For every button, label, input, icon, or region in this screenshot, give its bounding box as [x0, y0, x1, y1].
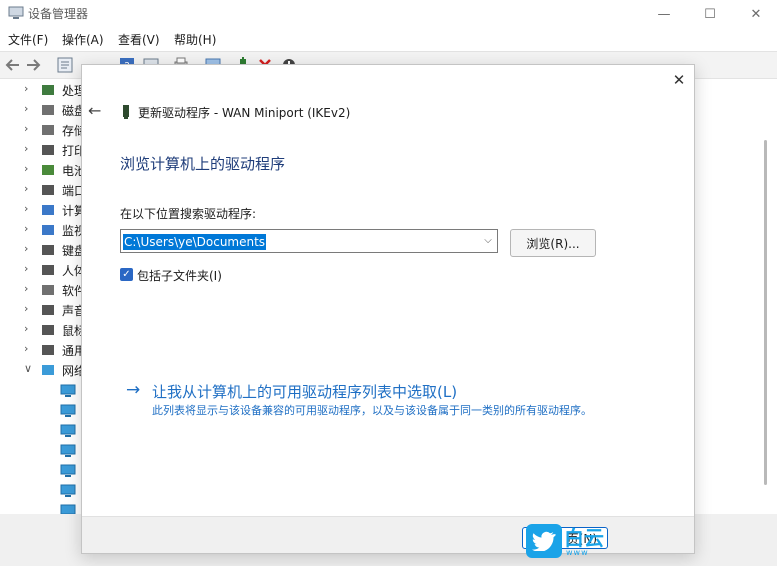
browse-button[interactable]: 浏览(R)... [510, 229, 596, 257]
chevron-right-icon[interactable]: › [24, 182, 34, 196]
chevron-right-icon[interactable]: › [24, 142, 34, 156]
network-adapter-icon[interactable] [60, 484, 76, 498]
keyboard-icon [42, 245, 54, 255]
network-adapter-icon[interactable] [60, 404, 76, 418]
network-device-icon [123, 105, 129, 119]
tree-item[interactable]: › 电池 [0, 160, 90, 180]
software-device-icon [42, 285, 54, 295]
network-adapter-icon[interactable] [60, 384, 76, 398]
menu-file[interactable]: 文件(F) [8, 31, 48, 48]
print-queue-icon [42, 145, 54, 155]
chevron-right-icon[interactable]: › [24, 242, 34, 256]
tree-item[interactable]: › 软件 [0, 280, 90, 300]
tree-item[interactable]: › 打印 [0, 140, 90, 160]
forward-arrow-icon[interactable] [24, 56, 42, 74]
maximize-button[interactable]: ☐ [687, 0, 733, 28]
chevron-down-icon[interactable]: ⌵ [482, 234, 494, 248]
title-bar: 设备管理器 — ☐ ✕ [0, 0, 777, 28]
tree-item[interactable]: › 磁盘 [0, 100, 90, 120]
tree-item[interactable]: › 通用 [0, 340, 90, 360]
tree-item[interactable]: › 监视 [0, 220, 90, 240]
battery-icon [42, 165, 54, 175]
minimize-button[interactable]: — [641, 0, 687, 28]
dialog-header: 更新驱动程序 - WAN Miniport (IKEv2) [138, 106, 351, 120]
computer-icon [42, 205, 54, 215]
network-adapter-icon [42, 365, 54, 375]
properties-icon[interactable] [56, 56, 74, 74]
storage-controller-icon [42, 125, 54, 135]
include-subfolders-checkbox[interactable]: ✓ [120, 268, 133, 281]
pick-driver-list-description: 此列表将显示与该设备兼容的可用驱动程序，以及与该设备属于同一类别的所有驱动程序。 [152, 404, 592, 417]
network-adapter-icon[interactable] [60, 424, 76, 438]
search-location-label: 在以下位置搜索驱动程序: [120, 207, 257, 221]
path-input-value[interactable]: C:\Users\ye\Documents [123, 234, 267, 250]
tree-item[interactable]: › 端口 [0, 180, 90, 200]
processor-icon [42, 85, 54, 95]
menu-bar: 文件(F) 操作(A) 查看(V) 帮助(H) [0, 28, 777, 50]
window-title: 设备管理器 [28, 7, 89, 21]
include-subfolders-label[interactable]: 包括子文件夹(I) [137, 267, 222, 284]
hid-icon [42, 265, 54, 275]
tree-item[interactable]: › 键盘 [0, 240, 90, 260]
watermark-text: 白云 [564, 526, 604, 550]
back-arrow-icon[interactable] [4, 56, 22, 74]
chevron-right-icon[interactable]: › [24, 162, 34, 176]
audio-icon [42, 305, 54, 315]
menu-action[interactable]: 操作(A) [62, 31, 104, 48]
tree-item[interactable]: › 鼠标 [0, 320, 90, 340]
watermark-sub: www [566, 548, 589, 557]
chevron-right-icon[interactable]: › [24, 122, 34, 136]
back-button[interactable]: ← [88, 103, 106, 119]
chevron-right-icon[interactable]: › [24, 82, 34, 96]
chevron-right-icon[interactable]: › [24, 222, 34, 236]
chevron-right-icon[interactable]: › [24, 302, 34, 316]
bird-logo-icon [526, 524, 562, 558]
menu-help[interactable]: 帮助(H) [174, 31, 216, 48]
chevron-right-icon[interactable]: › [24, 262, 34, 276]
tree-item[interactable]: › 人体 [0, 260, 90, 280]
tree-item[interactable]: ∨ 网络 [0, 360, 90, 380]
device-tree: › 处理 › 磁盘 › 存储 › 打印 › 电池 › 端口 › 计算 › 监视 › 键盘 › 人体 › 软件 › 声音 › 鼠标 ›… [0, 80, 90, 566]
chevron-right-icon[interactable]: › [24, 102, 34, 116]
close-window-button[interactable]: ✕ [733, 0, 777, 28]
chevron-down-icon[interactable]: ∨ [24, 362, 34, 376]
tree-item[interactable]: › 声音 [0, 300, 90, 320]
mouse-icon [42, 325, 54, 335]
usb-icon [42, 345, 54, 355]
arrow-right-icon[interactable]: → [126, 380, 140, 400]
menu-view[interactable]: 查看(V) [118, 31, 160, 48]
path-combobox[interactable]: C:\Users\ye\Documents ⌵ [120, 229, 498, 253]
network-adapter-icon[interactable] [60, 464, 76, 478]
scrollbar[interactable] [764, 140, 767, 485]
port-icon [42, 185, 54, 195]
monitor-icon [42, 225, 54, 235]
network-adapter-icon[interactable] [60, 444, 76, 458]
tree-item[interactable]: › 存储 [0, 120, 90, 140]
device-manager-icon [8, 6, 24, 19]
disk-drive-icon [42, 105, 54, 115]
update-driver-dialog: ✕ ← 更新驱动程序 - WAN Miniport (IKEv2) 浏览计算机上… [81, 64, 695, 554]
tree-item[interactable]: › 处理 [0, 80, 90, 100]
tree-item[interactable]: › 计算 [0, 200, 90, 220]
chevron-right-icon[interactable]: › [24, 342, 34, 356]
dialog-close-button[interactable]: ✕ [667, 69, 691, 91]
chevron-right-icon[interactable]: › [24, 202, 34, 216]
dialog-heading: 浏览计算机上的驱动程序 [120, 155, 286, 173]
watermark: 白云 www [520, 520, 612, 560]
pick-driver-list-link[interactable]: 让我从计算机上的可用驱动程序列表中选取(L) [152, 381, 457, 402]
chevron-right-icon[interactable]: › [24, 282, 34, 296]
chevron-right-icon[interactable]: › [24, 322, 34, 336]
